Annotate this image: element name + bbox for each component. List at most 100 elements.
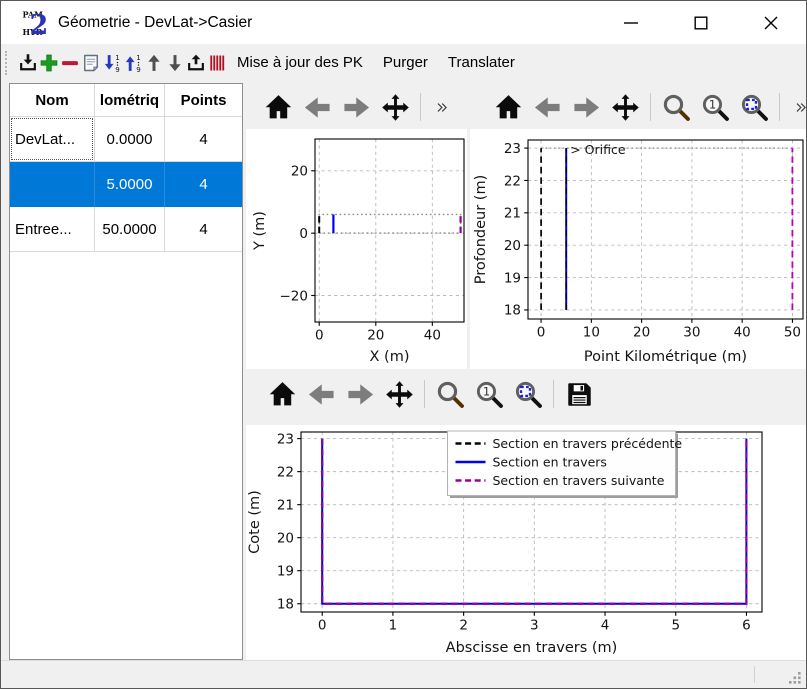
profile-back-button[interactable] [529, 88, 565, 126]
svg-text:X (m): X (m) [370, 349, 410, 365]
cross-back-button[interactable] [303, 375, 339, 413]
profile-plot[interactable]: 01020304050181920212223Point Kilométriqu… [470, 129, 807, 369]
svg-text:3: 3 [530, 618, 539, 634]
profile-chevrons-button[interactable] [787, 88, 807, 126]
export-icon [186, 53, 206, 73]
svg-text:22: 22 [504, 173, 521, 189]
xy-pan-button[interactable] [377, 88, 413, 126]
svg-text:Section en travers précédente: Section en travers précédente [493, 436, 683, 451]
svg-text:0: 0 [299, 226, 308, 242]
cross-forward-button[interactable] [342, 375, 378, 413]
toolbar-export-button[interactable] [185, 48, 206, 78]
toolbar-separator [779, 93, 780, 121]
zoom-one-icon [475, 380, 504, 409]
toolbar-edit-button[interactable] [80, 48, 101, 78]
svg-text:4: 4 [601, 618, 610, 634]
profile-zoom-button[interactable] [658, 88, 694, 126]
toolbar-remove-button[interactable] [59, 48, 80, 78]
cross-section-plot-toolbar [264, 374, 597, 414]
toolbar-purge-button[interactable]: Purger [373, 54, 438, 71]
svg-text:> Orifice: > Orifice [570, 142, 626, 157]
sections-table: NomlométriqPoints DevLat...0.000045.00004… [10, 84, 242, 252]
plots-panel: 02040−20020X (m)Y (m) 010203040501819202… [244, 80, 807, 660]
toolbar-sort-ascending-button[interactable] [101, 48, 122, 78]
resize-grip-icon[interactable] [788, 671, 802, 685]
status-bar-separator [754, 666, 755, 683]
svg-text:2: 2 [30, 10, 49, 37]
close-button[interactable] [736, 1, 806, 44]
svg-text:Cote (m): Cote (m) [247, 490, 263, 554]
table-cell-r1c1[interactable]: 5.0000 [95, 162, 165, 207]
xy-forward-button[interactable] [338, 88, 374, 126]
svg-text:1: 1 [389, 618, 398, 634]
xy-home-button[interactable] [260, 88, 296, 126]
svg-text:10: 10 [583, 325, 600, 341]
home-icon [268, 380, 297, 409]
toolbar-add-button[interactable] [38, 48, 59, 78]
svg-text:Y (m): Y (m) [252, 211, 268, 251]
app-window: PAM HYR 2 Géometrie - DevLat->Casier Mis… [0, 0, 807, 689]
home-icon [264, 93, 293, 122]
svg-text:18: 18 [277, 597, 294, 613]
svg-text:21: 21 [277, 497, 294, 513]
toolbar-weir-button[interactable] [206, 48, 227, 78]
cross-zoom-one-button[interactable] [471, 375, 507, 413]
toolbar-move-down-button[interactable] [164, 48, 185, 78]
toolbar-sort-descending-button[interactable] [122, 48, 143, 78]
svg-text:50: 50 [784, 325, 801, 341]
table-cell-r0c0[interactable]: DevLat... [10, 117, 95, 162]
cross-section-plot[interactable]: 0123456181920212223Abscisse en travers (… [246, 425, 807, 660]
profile-forward-button[interactable] [568, 88, 604, 126]
table-cell-r2c0[interactable]: Entree... [10, 207, 95, 252]
back-icon [307, 380, 336, 409]
column-header-1[interactable]: lométriq [95, 84, 165, 117]
table-cell-r1c0[interactable] [10, 162, 95, 207]
profile-zoom-one-button[interactable] [697, 88, 733, 126]
table-cell-r2c1[interactable]: 50.0000 [95, 207, 165, 252]
table-cell-r0c2[interactable]: 4 [165, 117, 242, 162]
cross-zoom-button[interactable] [432, 375, 468, 413]
profile-home-button[interactable] [490, 88, 526, 126]
zoom-region-icon [514, 380, 543, 409]
save-icon [565, 380, 594, 409]
cross-save-button[interactable] [561, 375, 597, 413]
table-cell-r1c2[interactable]: 4 [165, 162, 242, 207]
toolbar-drag-handle[interactable] [5, 51, 7, 75]
maximize-icon [689, 11, 713, 35]
cross-pan-button[interactable] [381, 375, 417, 413]
svg-text:Section en travers suivante: Section en travers suivante [493, 473, 665, 488]
column-header-2[interactable]: Points [165, 84, 242, 117]
toolbar-import-button[interactable] [17, 48, 38, 78]
toolbar-move-up-button[interactable] [143, 48, 164, 78]
remove-icon [60, 53, 80, 73]
profile-pan-button[interactable] [607, 88, 643, 126]
cross-home-button[interactable] [264, 375, 300, 413]
minimize-icon [619, 11, 643, 35]
profile-zoom-region-button[interactable] [736, 88, 772, 126]
svg-text:23: 23 [277, 431, 294, 447]
xy-back-button[interactable] [299, 88, 335, 126]
add-icon [39, 53, 59, 73]
close-icon [759, 11, 783, 35]
app-logo-icon: PAM HYR 2 [22, 9, 49, 37]
xy-chevrons-button[interactable] [428, 88, 454, 126]
table-cell-r0c1[interactable]: 0.0000 [95, 117, 165, 162]
toolbar-update-pk-button[interactable]: Mise à jour des PK [227, 54, 373, 71]
xy-view-plot[interactable]: 02040−20020X (m)Y (m) [246, 129, 467, 369]
column-header-0[interactable]: Nom [10, 84, 95, 117]
maximize-button[interactable] [666, 1, 736, 44]
status-bar [1, 660, 806, 688]
minimize-button[interactable] [596, 1, 666, 44]
toolbar-translate-button[interactable]: Translater [438, 54, 525, 71]
chevrons-icon [433, 99, 450, 116]
toolbar-separator [420, 93, 421, 121]
svg-text:18: 18 [504, 303, 521, 319]
zoom-one-icon [701, 93, 730, 122]
svg-text:40: 40 [734, 325, 751, 341]
svg-text:0: 0 [318, 618, 327, 634]
cross-zoom-region-button[interactable] [510, 375, 546, 413]
svg-text:20: 20 [504, 238, 521, 254]
table-cell-r2c2[interactable]: 4 [165, 207, 242, 252]
svg-text:22: 22 [277, 464, 294, 480]
svg-text:−20: −20 [280, 288, 309, 304]
